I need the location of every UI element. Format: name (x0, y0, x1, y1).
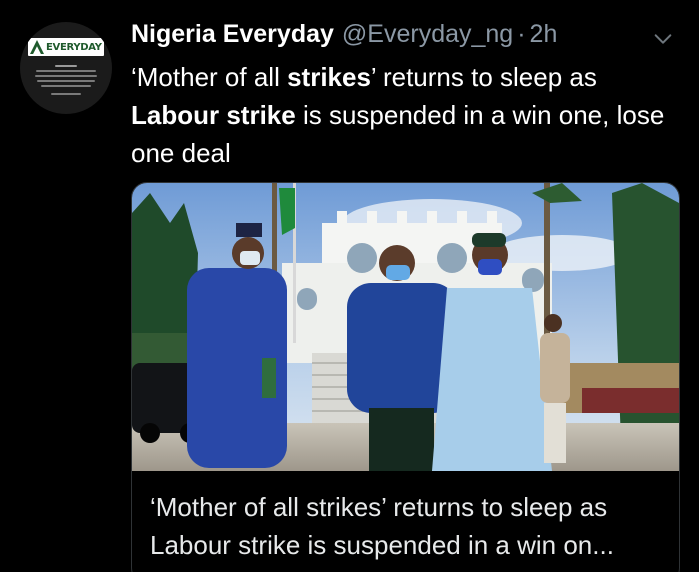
card-image[interactable] (132, 183, 679, 471)
tweet: EVERYDAY Nigeria Everyday @Everyday_ng ·… (0, 0, 699, 572)
tweet-header: Nigeria Everyday @Everyday_ng · 2h (131, 20, 669, 54)
card-title[interactable]: ‘Mother of all strikes’ returns to sleep… (150, 488, 670, 564)
tweet-text-bold: strikes (287, 62, 371, 92)
tweet-text-part: ‘Mother of all (131, 62, 288, 92)
logo-mark-icon (30, 40, 44, 54)
avatar-text-lines (34, 62, 98, 98)
author-handle[interactable]: @Everyday_ng (342, 20, 513, 49)
separator-dot: · (517, 20, 526, 48)
tweet-text-bold: Labour strike (131, 100, 296, 130)
avatar-logo-text: EVERYDAY (46, 41, 102, 53)
tweet-text-part: ’ returns to sleep as (370, 62, 597, 92)
chevron-down-icon[interactable] (652, 28, 674, 50)
link-preview-card[interactable]: ‘Mother of all strikes’ returns to sleep… (131, 182, 680, 572)
avatar-logo: EVERYDAY (28, 38, 104, 56)
tweet-text: ‘Mother of all strikes’ returns to sleep… (131, 58, 676, 172)
author-display-name[interactable]: Nigeria Everyday (131, 20, 334, 49)
avatar[interactable]: EVERYDAY (20, 22, 112, 114)
tweet-timestamp[interactable]: 2h (530, 20, 558, 49)
